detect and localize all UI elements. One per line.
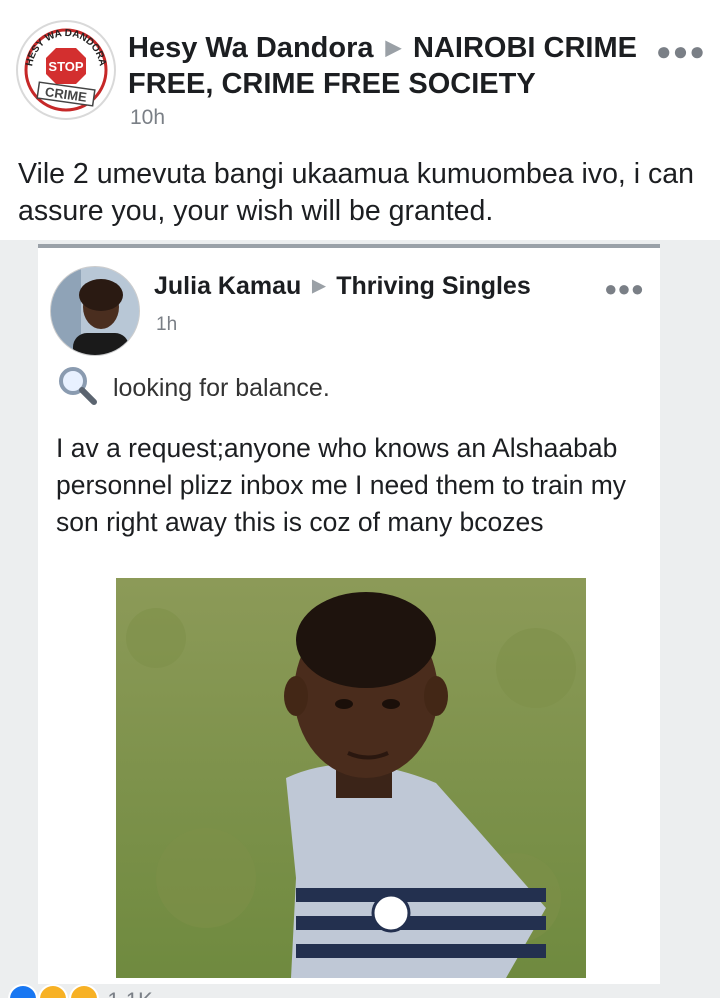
shared-author-line: Julia Kamau ▶ Thriving Singles [154,272,531,301]
post-header: HESY WA DANDORA STOP CRIME Hesy Wa Dando… [0,0,720,145]
haha-reaction-icon [38,984,69,998]
more-options-icon: ●●● [604,276,644,301]
page-avatar[interactable]: HESY WA DANDORA STOP CRIME [16,20,116,120]
post-time[interactable]: 10h [130,106,165,130]
triangle-arrow-icon: ▶ [385,37,401,59]
shared-post-time: 1h [156,314,178,335]
reaction-count[interactable]: 1.1K [107,988,152,998]
shared-post-text: I av a request;anyone who knows an Alsha… [56,433,627,537]
triangle-arrow-icon: ▶ [312,276,326,295]
laugh-reaction-icon [68,984,99,998]
post-author-line: Hesy Wa Dandora ▶ NAIROBI CRIME FREE, CR… [128,30,648,102]
shared-author-name: Julia Kamau [154,272,302,300]
like-reaction-icon [8,984,38,998]
child-photo-image [116,578,586,978]
search-magnifier-icon [59,367,97,405]
author-name[interactable]: Hesy Wa Dandora [128,32,374,64]
activity-text: looking for balance. [112,374,330,402]
shared-author-avatar [50,266,140,356]
logo-sign-text: STOP [48,59,83,74]
stop-crime-logo: HESY WA DANDORA STOP CRIME [20,24,112,116]
activity-status: looking for balance. [56,364,330,408]
more-options-icon[interactable]: ●●● [656,36,706,67]
shared-image-area[interactable]: Julia Kamau ▶ Thriving Singles 1h ●●● lo… [0,240,720,998]
post-text: Vile 2 umevuta bangi ukaamua kumuombea i… [18,158,694,227]
reaction-summary[interactable]: 1.1K [8,984,153,998]
child-photo [116,578,586,978]
shared-group-name: Thriving Singles [336,272,531,300]
person-avatar-image [51,267,139,355]
shared-post-card: Julia Kamau ▶ Thriving Singles 1h ●●● lo… [38,244,660,984]
